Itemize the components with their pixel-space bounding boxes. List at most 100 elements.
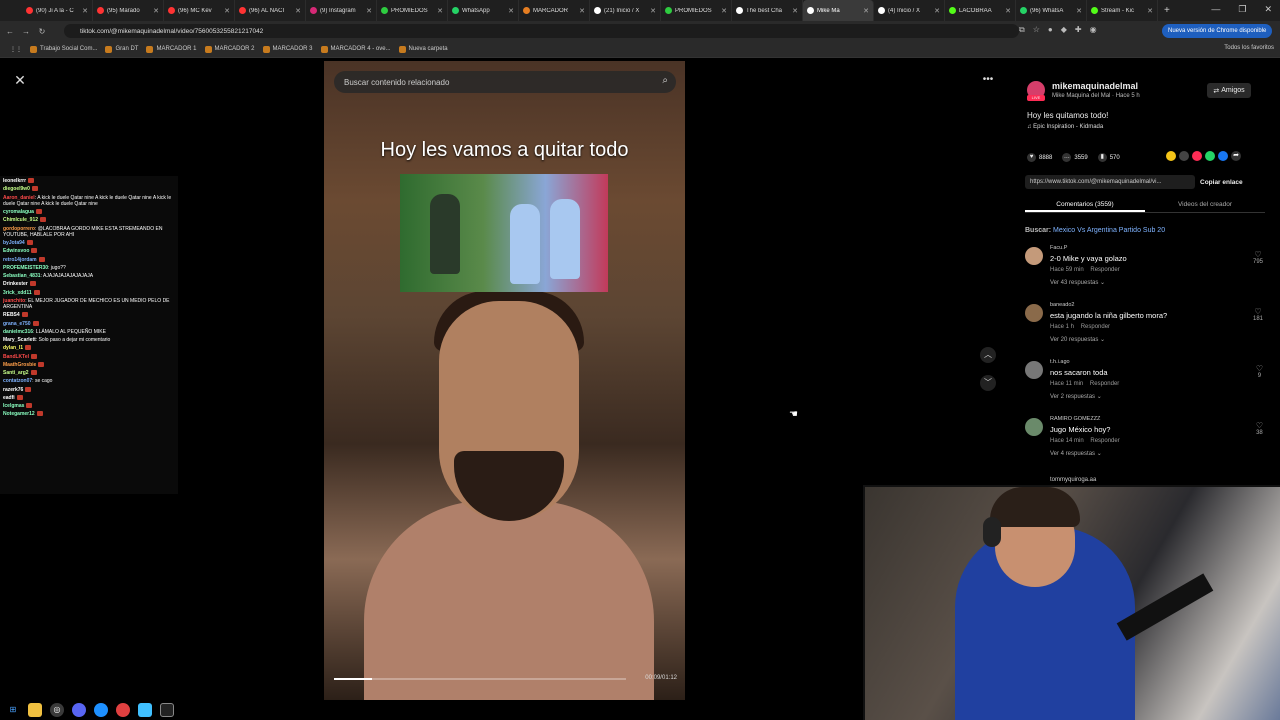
browser-tab[interactable]: (96) WhatsA ✕ bbox=[1016, 0, 1087, 21]
comment-username[interactable]: Facu.P bbox=[1050, 245, 1067, 251]
close-icon[interactable]: ✕ bbox=[12, 72, 28, 88]
reload-icon[interactable]: ↻ bbox=[36, 27, 48, 36]
bookmark-item[interactable]: Nueva carpeta bbox=[398, 45, 448, 53]
comment-like-button[interactable]: ♡ 795 bbox=[1253, 250, 1263, 265]
avatar[interactable] bbox=[1025, 418, 1043, 436]
chat-username[interactable]: MaathGrosbie bbox=[3, 362, 36, 368]
chevron-down-icon[interactable]: ﹀ bbox=[980, 375, 996, 391]
profile-icon[interactable]: ◉ bbox=[1090, 25, 1097, 35]
chat-username[interactable]: Notegamer12 bbox=[3, 411, 35, 417]
close-tab-icon[interactable]: ✕ bbox=[579, 7, 585, 15]
share-coin-icon[interactable] bbox=[1166, 151, 1176, 161]
windows-start-icon[interactable]: ⊞ bbox=[6, 703, 20, 717]
save-button[interactable]: ▮ 570 bbox=[1097, 153, 1120, 162]
bookmark-item[interactable]: Trabajo Social Com... bbox=[30, 45, 97, 53]
progress-bar[interactable] bbox=[334, 678, 626, 680]
close-tab-icon[interactable]: ✕ bbox=[153, 7, 159, 15]
search-icon[interactable]: ⌕ bbox=[662, 75, 668, 86]
chat-username[interactable]: danielmc316 bbox=[3, 329, 33, 335]
browser-tab[interactable]: (96) MC Kev ✕ bbox=[164, 0, 235, 21]
bookmark-item[interactable]: MARCADOR 4 - ove... bbox=[320, 45, 391, 53]
reply-button[interactable]: Responder bbox=[1090, 381, 1119, 387]
chat-username[interactable]: cyromalagua bbox=[3, 209, 34, 215]
related-search[interactable]: Buscar: Mexico Vs Argentina Partido Sub … bbox=[1025, 227, 1165, 234]
comment-button[interactable]: … 3559 bbox=[1062, 153, 1088, 162]
comment-username[interactable]: baneado2 bbox=[1050, 302, 1074, 308]
browser-tab[interactable]: PROMIEDOS ✕ bbox=[377, 0, 448, 21]
video-link-field[interactable]: https://www.tiktok.com/@mikemaquinadelma… bbox=[1025, 175, 1195, 189]
tab-comments[interactable]: Comentarios (3559) bbox=[1025, 197, 1145, 212]
browser-tab[interactable]: Stream - Kic ✕ bbox=[1087, 0, 1158, 21]
close-tab-icon[interactable]: ✕ bbox=[224, 7, 230, 15]
related-query[interactable]: Mexico Vs Argentina Partido Sub 20 bbox=[1053, 227, 1165, 234]
app-icon[interactable] bbox=[160, 703, 174, 717]
new-tab-icon[interactable]: + bbox=[1164, 5, 1170, 16]
chat-username[interactable]: contatzon07 bbox=[3, 378, 32, 384]
avatar[interactable] bbox=[1025, 247, 1043, 265]
browser-tab[interactable]: (95) Marado ✕ bbox=[93, 0, 164, 21]
apps-icon[interactable]: ⋮⋮ bbox=[10, 46, 22, 53]
view-replies-button[interactable]: Ver 20 respuestas ⌄ bbox=[1050, 336, 1105, 343]
app-icon[interactable] bbox=[138, 703, 152, 717]
chat-username[interactable]: Icelgmas bbox=[3, 403, 24, 409]
avatar[interactable] bbox=[1025, 361, 1043, 379]
embed-icon[interactable] bbox=[1179, 151, 1189, 161]
browser-tab[interactable]: (4) Inicio / X ✕ bbox=[874, 0, 945, 21]
whatsapp-icon[interactable] bbox=[1205, 151, 1215, 161]
discord-icon[interactable] bbox=[72, 703, 86, 717]
comment-like-button[interactable]: ♡ 9 bbox=[1256, 364, 1263, 379]
browser-tab[interactable]: (21) Inicio / X ✕ bbox=[590, 0, 661, 21]
back-icon[interactable]: ← bbox=[4, 27, 16, 36]
close-tab-icon[interactable]: ✕ bbox=[863, 7, 869, 15]
chat-username[interactable]: byJota94 bbox=[3, 240, 25, 246]
puzzle-icon[interactable]: ✚ bbox=[1075, 25, 1082, 35]
chat-username[interactable]: retro14jordam bbox=[3, 257, 37, 263]
obs-icon[interactable] bbox=[116, 703, 130, 717]
more-options-icon[interactable]: ••• bbox=[980, 74, 996, 86]
bookmark-item[interactable]: MARCADOR 2 bbox=[204, 45, 255, 53]
comment-username[interactable]: t.h.i.ago bbox=[1050, 359, 1070, 365]
star-icon[interactable]: ☆ bbox=[1033, 25, 1040, 35]
file-explorer-icon[interactable] bbox=[28, 703, 42, 717]
close-tab-icon[interactable]: ✕ bbox=[792, 7, 798, 15]
close-tab-icon[interactable]: ✕ bbox=[1005, 7, 1011, 15]
like-button[interactable]: ♥ 8888 bbox=[1027, 153, 1052, 162]
close-tab-icon[interactable]: ✕ bbox=[82, 7, 88, 15]
author-username[interactable]: mikemaquinadelmal bbox=[1052, 81, 1138, 91]
chat-username[interactable]: 3rick_xdd11 bbox=[3, 290, 32, 296]
close-tab-icon[interactable]: ✕ bbox=[1076, 7, 1082, 15]
extension-icon[interactable]: ◆ bbox=[1061, 25, 1067, 35]
close-tab-icon[interactable]: ✕ bbox=[1147, 7, 1153, 15]
copy-link-button[interactable]: Copiar enlace bbox=[1200, 175, 1243, 189]
chrome-icon[interactable]: ◎ bbox=[50, 703, 64, 717]
chat-username[interactable]: Santi_arg2 bbox=[3, 370, 29, 376]
chat-username[interactable]: Aaron_daniel bbox=[3, 195, 35, 201]
close-tab-icon[interactable]: ✕ bbox=[934, 7, 940, 15]
browser-tab[interactable]: The best Cha ✕ bbox=[732, 0, 803, 21]
browser-tab[interactable]: WhatsApp ✕ bbox=[448, 0, 519, 21]
restore-icon[interactable]: ❐ bbox=[1238, 4, 1246, 15]
browser-tab[interactable]: MARCADOR ✕ bbox=[519, 0, 590, 21]
chat-username[interactable]: PROFEMEISTER30 bbox=[3, 265, 48, 271]
chat-username[interactable]: BandLKTel bbox=[3, 354, 29, 360]
avatar[interactable] bbox=[1025, 304, 1043, 322]
close-window-icon[interactable]: ✕ bbox=[1264, 4, 1272, 15]
extension-icon[interactable]: ● bbox=[1048, 25, 1053, 35]
browser-icon[interactable] bbox=[94, 703, 108, 717]
browser-tab[interactable]: (9) Instagram ✕ bbox=[306, 0, 377, 21]
video-player[interactable]: Buscar contenido relacionado ⌕ Hoy les v… bbox=[324, 61, 685, 700]
chat-username[interactable]: dylan_l1 bbox=[3, 345, 23, 351]
chat-username[interactable]: Mary_Scarlett bbox=[3, 337, 36, 343]
forward-icon[interactable]: → bbox=[20, 27, 32, 36]
chat-username[interactable]: Drinkester bbox=[3, 281, 28, 287]
chat-username[interactable]: grana_e750 bbox=[3, 321, 31, 327]
chat-username[interactable]: leonelkrrr bbox=[3, 178, 26, 184]
close-tab-icon[interactable]: ✕ bbox=[295, 7, 301, 15]
chevron-up-icon[interactable]: ︿ bbox=[980, 347, 996, 363]
reply-button[interactable]: Responder bbox=[1090, 267, 1119, 273]
amigos-button[interactable]: ⇄ Amigos bbox=[1207, 83, 1251, 98]
chrome-update-button[interactable]: Nueva versión de Chrome disponible bbox=[1162, 24, 1273, 38]
chat-username[interactable]: razerk76 bbox=[3, 387, 23, 393]
chat-username[interactable]: juanchito bbox=[3, 298, 25, 304]
browser-tab[interactable]: (90) Ji A la - C ✕ bbox=[22, 0, 93, 21]
